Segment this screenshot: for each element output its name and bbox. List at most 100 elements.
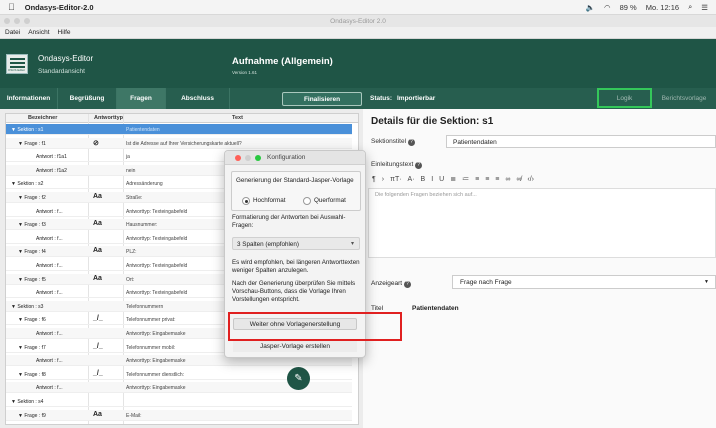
row-answer-type-icon: Aa — [93, 193, 102, 200]
recommendation-text: Es wird empfohlen, bei längeren Antwortt… — [232, 259, 360, 274]
row-text: Patientendaten — [126, 127, 160, 133]
row-identifier: ▼ Frage : f6 — [18, 317, 46, 324]
logo-label: OSCS Editor — [8, 68, 26, 72]
app-menu-name[interactable]: Ondasys-Editor-2.0 — [25, 3, 94, 12]
row-text: Straße: — [126, 195, 143, 201]
row-answer-type-icon: Aa — [93, 247, 102, 255]
display-mode-label: Anzeigeart ? — [371, 280, 411, 288]
help-icon: ? — [415, 162, 423, 169]
landscape-label[interactable]: Querformat — [314, 197, 346, 204]
row-identifier: Antwort : f... — [36, 208, 63, 215]
rich-text-toolbar: ¶ › πT· A· B I U ≣ ≔ ≡ ≡ ≡ ∞ ∞̸ ‹/› — [372, 175, 540, 183]
format-button[interactable]: ¶ — [372, 176, 376, 183]
battery-percent[interactable]: 89 % — [620, 3, 637, 12]
group-title: Generierung der Standard-Jasper-Vorlage — [236, 177, 354, 184]
format-button[interactable]: B — [421, 176, 426, 183]
wifi-icon[interactable]: ◠ — [604, 3, 611, 12]
section-title-input[interactable]: Patientendaten — [446, 135, 716, 148]
format-button[interactable]: πT· — [390, 176, 401, 183]
format-button[interactable]: ‹/› — [527, 176, 534, 183]
title-value: Patientendaten — [412, 305, 459, 312]
chevron-down-icon: ▼ — [704, 279, 709, 285]
row-text: Antworttyp: Eingabemaske — [126, 385, 186, 392]
speaker-icon[interactable]: 🔈 — [586, 3, 595, 12]
dialog-zoom-button[interactable] — [255, 155, 261, 161]
column-header-type[interactable]: Antworttyp — [94, 115, 123, 121]
format-button[interactable]: ≔ — [462, 176, 469, 183]
row-answer-type-icon: _/_ — [93, 342, 103, 350]
portrait-label[interactable]: Hochformat — [253, 197, 286, 204]
format-button[interactable]: › — [382, 176, 384, 183]
row-identifier: Antwort : f... — [36, 263, 63, 269]
tab-information[interactable]: Informationen — [0, 88, 58, 109]
finalize-button[interactable]: Finalisieren — [282, 92, 362, 106]
tab-questions[interactable]: Fragen — [117, 88, 166, 109]
format-button[interactable]: U — [439, 176, 444, 183]
row-identifier: ▼ Frage : f3 — [18, 222, 46, 229]
row-text: ja — [126, 154, 130, 161]
portrait-radio[interactable] — [242, 197, 250, 205]
tab-greeting[interactable]: Begrüßung — [58, 88, 117, 109]
format-button[interactable]: ∞ — [505, 176, 510, 183]
menu-help[interactable]: Hilfe — [58, 29, 71, 36]
dialog-close-button[interactable] — [235, 155, 241, 161]
landscape-radio[interactable] — [303, 197, 311, 205]
table-row[interactable]: ▼ Frage : f9 Aa E-Mail: — [6, 409, 352, 421]
format-button[interactable]: ≡ — [485, 176, 489, 183]
table-row[interactable]: ▼ Frage : f1 ⊘ Ist die Adresse auf Ihrer V… — [6, 137, 352, 149]
row-text: Antworttyp: Texteingabefeld — [126, 290, 188, 297]
format-button[interactable]: I — [431, 176, 433, 183]
template-generation-group: Generierung der Standard-Jasper-Vorlage … — [231, 171, 361, 211]
window-titlebar: Ondasys-Editor 2.0 — [0, 15, 716, 27]
row-answer-type-icon: ⊘ — [93, 139, 99, 147]
preview-hint-text: Nach der Generierung überprüfen Sie mitt… — [232, 280, 356, 303]
spotlight-icon[interactable]: ⌕ — [688, 2, 692, 12]
chevron-down-icon: ▾ — [350, 241, 354, 247]
format-button[interactable]: ≡ — [495, 176, 499, 183]
format-description: Formatierung der Antworten bei Auswahl-F… — [232, 214, 346, 229]
help-icon: ? — [407, 139, 415, 146]
intro-text-editor[interactable]: Die folgenden Fragen beziehen sich auf..… — [368, 188, 716, 258]
row-identifier: ▼ Frage : f7 — [18, 344, 46, 351]
view-name: Standardansicht — [38, 68, 85, 75]
row-identifier: ▼ Frage : f2 — [18, 195, 46, 201]
row-answer-type-icon: Aa — [93, 410, 102, 418]
intro-text-label: Einleitungstext ? — [371, 161, 423, 169]
report-template-button[interactable]: Berichtsvorlage — [652, 88, 716, 108]
app-header: OSCS Editor Ondasys-Editor Standardansic… — [0, 39, 716, 88]
row-identifier: ▼ Sektion : s4 — [11, 399, 44, 405]
edit-fab-button[interactable]: ✎ — [287, 367, 310, 390]
details-panel — [363, 109, 716, 428]
status-value: Importierbar — [397, 95, 436, 102]
title-label: Titel — [371, 305, 384, 312]
table-header: Bezeichner Antworttyp Text — [6, 114, 358, 123]
format-button[interactable]: A· — [408, 176, 415, 183]
row-text: Telefonnummer mobil: — [126, 344, 176, 351]
format-button[interactable]: ≡ — [475, 176, 479, 183]
menu-file[interactable]: Datei — [5, 29, 20, 36]
notification-center-icon[interactable]: ☰ — [701, 3, 708, 12]
create-jasper-template-button[interactable]: Jasper-Vorlage erstellen — [233, 340, 357, 352]
row-text: E-Mail: — [126, 412, 142, 419]
tab-completion[interactable]: Abschluss — [166, 88, 230, 109]
logic-button[interactable]: Logik — [597, 88, 652, 108]
apple-icon[interactable]:  — [8, 2, 15, 12]
help-icon: ? — [403, 281, 411, 288]
column-header-text[interactable]: Text — [232, 115, 243, 121]
display-mode-select[interactable]: Frage nach Frage ▼ — [452, 275, 716, 289]
columns-select[interactable]: 3 Spalten (empfohlen) ▾ — [232, 237, 360, 250]
document-title: Aufnahme (Allgemein) — [232, 56, 333, 67]
format-button[interactable]: ∞̸ — [516, 176, 521, 183]
dialog-titlebar: Konfiguration — [225, 151, 365, 165]
table-row[interactable]: ▼ Sektion : s1 Patientendaten — [6, 124, 352, 135]
row-identifier: ▼ Sektion : s1 — [11, 127, 44, 133]
row-text: nein — [126, 167, 136, 174]
dialog-minimize-button[interactable] — [245, 155, 251, 161]
menu-view[interactable]: Ansicht — [28, 29, 49, 36]
table-row[interactable]: ▼ Sektion : s4 — [6, 396, 352, 407]
column-header-name[interactable]: Bezeichner — [28, 115, 57, 121]
row-answer-type-icon: Aa — [93, 274, 102, 282]
clock[interactable]: Mo. 12:16 — [646, 3, 679, 12]
format-button[interactable]: ≣ — [450, 176, 456, 183]
row-text: Antworttyp: Eingabemaske — [126, 358, 186, 365]
